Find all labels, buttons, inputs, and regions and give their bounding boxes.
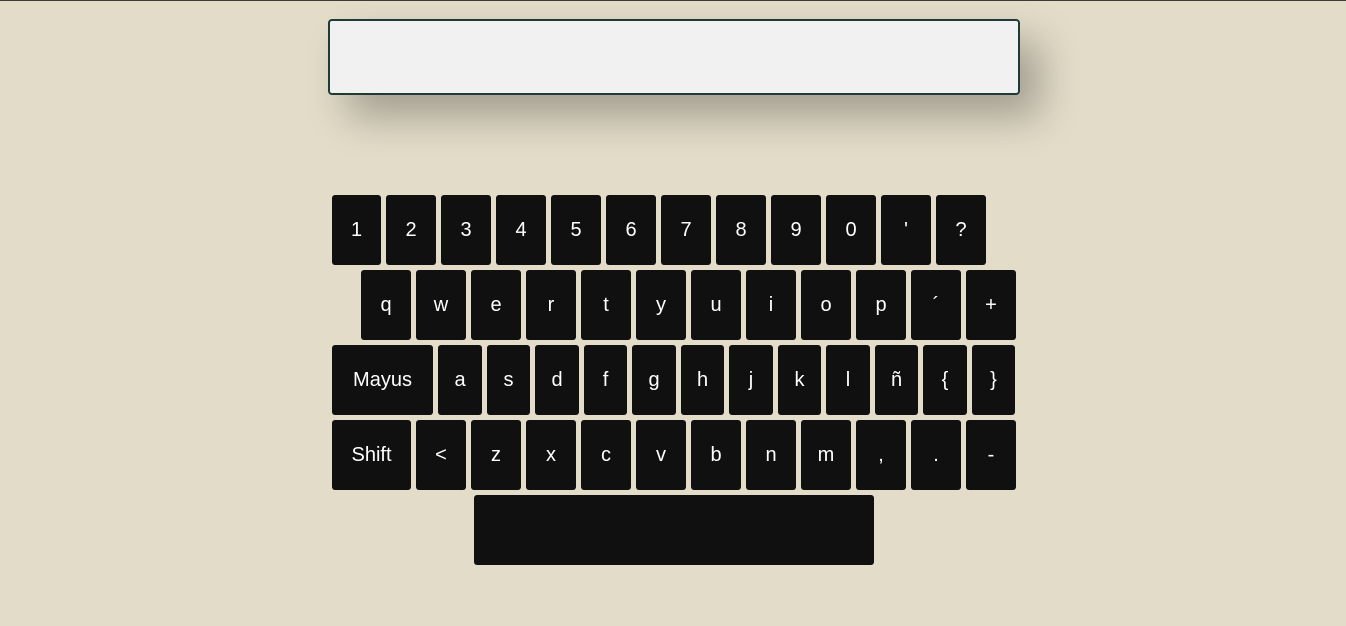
key-a[interactable]: a: [438, 345, 482, 415]
key-1[interactable]: 1: [332, 195, 381, 265]
key-e[interactable]: e: [471, 270, 521, 340]
key-f[interactable]: f: [584, 345, 627, 415]
key-i[interactable]: i: [746, 270, 796, 340]
key-p[interactable]: p: [856, 270, 906, 340]
key-apostrophe[interactable]: ': [881, 195, 931, 265]
key-v[interactable]: v: [636, 420, 686, 490]
key-d[interactable]: d: [535, 345, 579, 415]
key-b[interactable]: b: [691, 420, 741, 490]
key-4[interactable]: 4: [496, 195, 546, 265]
key-shift[interactable]: Shift: [332, 420, 411, 490]
key-less-than[interactable]: <: [416, 420, 466, 490]
key-9[interactable]: 9: [771, 195, 821, 265]
key-6[interactable]: 6: [606, 195, 656, 265]
virtual-keyboard: 1 2 3 4 5 6 7 8 9 0 ' ? q w e r t y u i …: [0, 0, 1346, 626]
key-left-brace[interactable]: {: [923, 345, 967, 415]
key-2[interactable]: 2: [386, 195, 436, 265]
key-8[interactable]: 8: [716, 195, 766, 265]
key-h[interactable]: h: [681, 345, 724, 415]
key-5[interactable]: 5: [551, 195, 601, 265]
key-acute-accent[interactable]: ´: [911, 270, 961, 340]
key-u[interactable]: u: [691, 270, 741, 340]
key-z[interactable]: z: [471, 420, 521, 490]
key-comma[interactable]: ,: [856, 420, 906, 490]
key-s[interactable]: s: [487, 345, 530, 415]
key-m[interactable]: m: [801, 420, 851, 490]
key-3[interactable]: 3: [441, 195, 491, 265]
key-0[interactable]: 0: [826, 195, 876, 265]
key-g[interactable]: g: [632, 345, 676, 415]
key-hyphen[interactable]: -: [966, 420, 1016, 490]
key-n[interactable]: n: [746, 420, 796, 490]
key-x[interactable]: x: [526, 420, 576, 490]
key-period[interactable]: .: [911, 420, 961, 490]
key-j[interactable]: j: [729, 345, 773, 415]
key-l[interactable]: l: [826, 345, 870, 415]
key-r[interactable]: r: [526, 270, 576, 340]
key-right-brace[interactable]: }: [972, 345, 1015, 415]
key-t[interactable]: t: [581, 270, 631, 340]
key-plus[interactable]: +: [966, 270, 1016, 340]
key-c[interactable]: c: [581, 420, 631, 490]
key-q[interactable]: q: [361, 270, 411, 340]
key-y[interactable]: y: [636, 270, 686, 340]
key-enye[interactable]: ñ: [875, 345, 918, 415]
key-k[interactable]: k: [778, 345, 821, 415]
key-o[interactable]: o: [801, 270, 851, 340]
key-question[interactable]: ?: [936, 195, 986, 265]
key-7[interactable]: 7: [661, 195, 711, 265]
key-w[interactable]: w: [416, 270, 466, 340]
key-space[interactable]: [474, 495, 874, 565]
key-mayus[interactable]: Mayus: [332, 345, 433, 415]
